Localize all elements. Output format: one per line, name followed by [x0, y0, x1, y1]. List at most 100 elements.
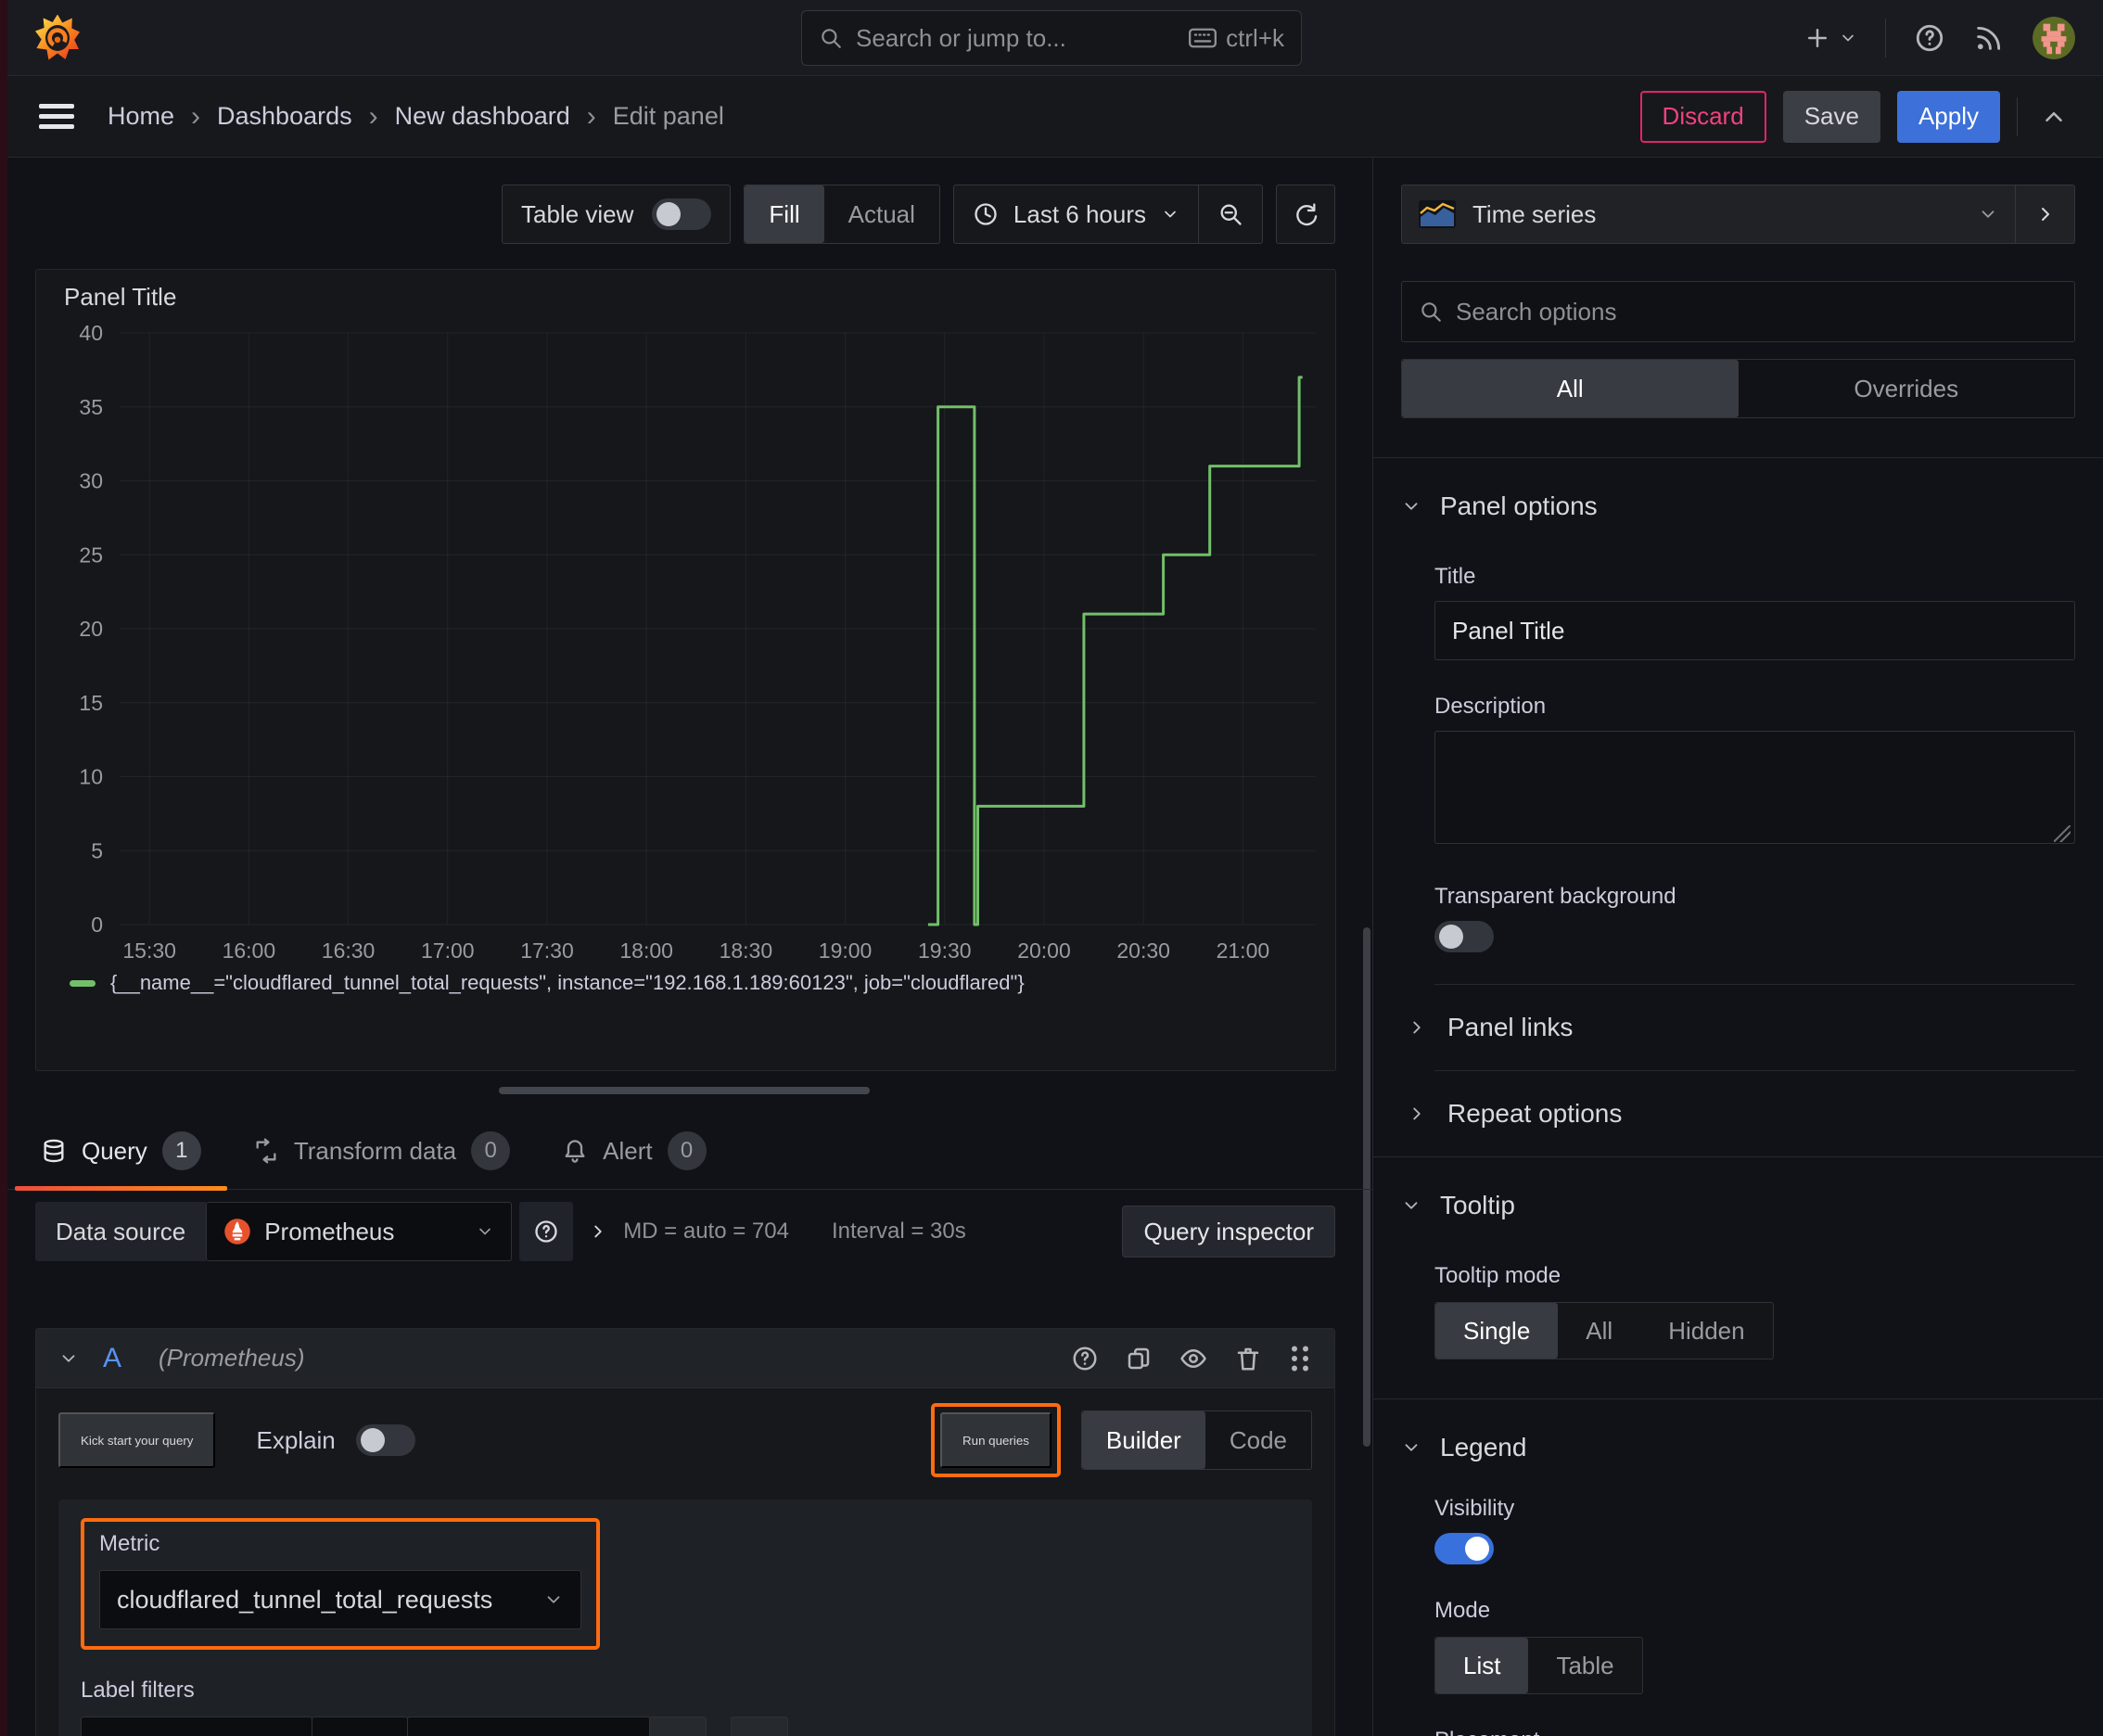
tooltip-all-option[interactable]: All: [1558, 1303, 1640, 1359]
breadcrumb-home[interactable]: Home: [108, 102, 174, 131]
datasource-picker[interactable]: Prometheus: [206, 1202, 513, 1261]
legend-section[interactable]: Legend: [1401, 1423, 2075, 1472]
table-view-toggle[interactable]: [652, 198, 712, 230]
metric-label: Metric: [99, 1531, 160, 1556]
chevron-down-icon[interactable]: [58, 1348, 79, 1369]
panel-title-input[interactable]: [1434, 601, 2075, 660]
panel-links-section[interactable]: Panel links: [1407, 1003, 2075, 1052]
user-avatar[interactable]: [2033, 16, 2075, 59]
transform-icon: [256, 1138, 276, 1164]
select-value-dropdown[interactable]: Select value: [407, 1717, 650, 1736]
new-dropdown-button[interactable]: [1803, 24, 1857, 52]
stat-max-datapoints: MD = auto = 704: [623, 1219, 789, 1244]
code-option[interactable]: Code: [1205, 1411, 1311, 1469]
apply-button[interactable]: Apply: [1896, 90, 2000, 143]
chevron-right-icon[interactable]: [588, 1221, 608, 1242]
select-label-placeholder: Select label: [98, 1732, 223, 1736]
window-edge: [0, 0, 7, 1736]
duplicate-icon[interactable]: [1125, 1345, 1153, 1372]
operator-value: =: [337, 1732, 350, 1736]
tooltip-section[interactable]: Tooltip: [1401, 1181, 2075, 1230]
options-search[interactable]: [1401, 281, 2075, 342]
datasource-help-button[interactable]: [519, 1202, 574, 1261]
save-button[interactable]: Save: [1782, 90, 1880, 143]
tab-transform[interactable]: Transform data 0: [227, 1113, 536, 1189]
builder-option[interactable]: Builder: [1081, 1411, 1205, 1469]
legend-table-option[interactable]: Table: [1528, 1638, 1641, 1693]
options-search-input[interactable]: [1456, 297, 2058, 326]
help-icon[interactable]: [1914, 22, 1945, 54]
actions-divider: [2017, 96, 2018, 136]
tab-all[interactable]: All: [1402, 360, 1739, 417]
svg-text:17:00: 17:00: [421, 938, 475, 963]
datasource-name: Prometheus: [264, 1217, 395, 1245]
grafana-logo-icon[interactable]: [35, 14, 80, 61]
actual-option[interactable]: Actual: [824, 185, 939, 243]
time-range-picker[interactable]: Last 6 hours: [954, 185, 1198, 243]
add-filter-button[interactable]: +: [731, 1717, 788, 1736]
legend-series-color: [70, 979, 96, 987]
transparent-bg-label: Transparent background: [1434, 884, 1676, 909]
keyboard-icon: [1189, 28, 1217, 48]
legend-list-option[interactable]: List: [1435, 1638, 1529, 1693]
tab-alert-label: Alert: [603, 1136, 653, 1165]
visualization-select[interactable]: Time series: [1402, 185, 2015, 243]
explain-toggle[interactable]: [355, 1424, 415, 1456]
trash-icon[interactable]: [1234, 1345, 1262, 1372]
repeat-options-section[interactable]: Repeat options: [1407, 1090, 2075, 1138]
news-icon[interactable]: [1973, 22, 2005, 54]
description-textarea[interactable]: [1434, 731, 2075, 844]
panel-view-toolbar: Table view Fill Actual Last 6 hours: [502, 185, 1335, 244]
legend-mode-label: Mode: [1434, 1598, 1491, 1623]
remove-filter-button[interactable]: ×: [649, 1717, 707, 1736]
query-datasource-hint: (Prometheus): [159, 1344, 305, 1372]
tab-query[interactable]: Query 1: [15, 1113, 227, 1191]
query-inspector-button[interactable]: Query inspector: [1122, 1206, 1335, 1257]
collapse-header-icon[interactable]: [2040, 103, 2068, 131]
transparent-bg-toggle[interactable]: [1434, 921, 1494, 952]
table-view-label: Table view: [521, 199, 634, 228]
panel-title: Panel Title: [64, 283, 177, 311]
run-queries-button[interactable]: Run queries: [940, 1412, 1052, 1468]
tooltip-single-option[interactable]: Single: [1435, 1303, 1559, 1359]
panel-options-section[interactable]: Panel options: [1401, 482, 2075, 530]
resize-handle[interactable]: [499, 1087, 870, 1094]
timeseries-viz-icon: [1419, 200, 1456, 228]
svg-text:15: 15: [79, 691, 103, 715]
label-filters-row: Select label = Select value × +: [81, 1717, 1290, 1736]
breadcrumb-separator: ›: [368, 100, 378, 132]
breadcrumb-separator: ›: [586, 100, 596, 132]
svg-text:35: 35: [79, 395, 103, 419]
kick-start-button[interactable]: Kick start your query: [58, 1412, 216, 1468]
fill-option[interactable]: Fill: [745, 185, 824, 243]
tooltip-hidden-option[interactable]: Hidden: [1640, 1303, 1772, 1359]
refresh-button[interactable]: [1276, 185, 1335, 244]
breadcrumb-new-dashboard[interactable]: New dashboard: [395, 102, 570, 131]
help-circle-icon[interactable]: [1071, 1345, 1099, 1372]
eye-icon[interactable]: [1179, 1345, 1208, 1372]
tab-overrides[interactable]: Overrides: [1739, 360, 2075, 417]
operator-dropdown[interactable]: =: [312, 1717, 408, 1736]
zoom-out-button[interactable]: [1198, 185, 1262, 243]
svg-text:25: 25: [79, 542, 103, 567]
metric-select[interactable]: cloudflared_tunnel_total_requests: [99, 1570, 581, 1629]
global-search-placeholder: Search or jump to...: [856, 23, 1066, 52]
panel-preview: Panel Title 0 5 10 15 20 25 30 35 40 15:30 16:00 16…: [35, 269, 1336, 1071]
global-search-input[interactable]: Search or jump to... ctrl+k: [801, 10, 1302, 66]
svg-text:17:30: 17:30: [520, 938, 574, 963]
menu-icon[interactable]: [39, 98, 74, 134]
query-row-header[interactable]: A (Prometheus): [36, 1329, 1334, 1388]
time-series-chart[interactable]: 0 5 10 15 20 25 30 35 40 15:30 16:00 16:30 17:00 17:3…: [47, 318, 1327, 967]
viz-expand-button[interactable]: [2015, 185, 2074, 243]
svg-text:16:00: 16:00: [223, 938, 276, 963]
drag-handle-icon[interactable]: [1288, 1345, 1312, 1372]
legend-visibility-toggle[interactable]: [1434, 1533, 1494, 1564]
select-label-dropdown[interactable]: Select label: [81, 1717, 312, 1736]
breadcrumb-dashboards[interactable]: Dashboards: [217, 102, 352, 131]
tab-alert[interactable]: Alert 0: [536, 1113, 732, 1189]
discard-button[interactable]: Discard: [1639, 90, 1766, 143]
resize-grip-icon[interactable]: [2054, 825, 2071, 842]
legend-placement-label: Placement: [1434, 1728, 2075, 1736]
chart-legend[interactable]: {__name__="cloudflared_tunnel_total_requ…: [70, 971, 1025, 995]
chevron-right-icon: [2041, 208, 2049, 221]
